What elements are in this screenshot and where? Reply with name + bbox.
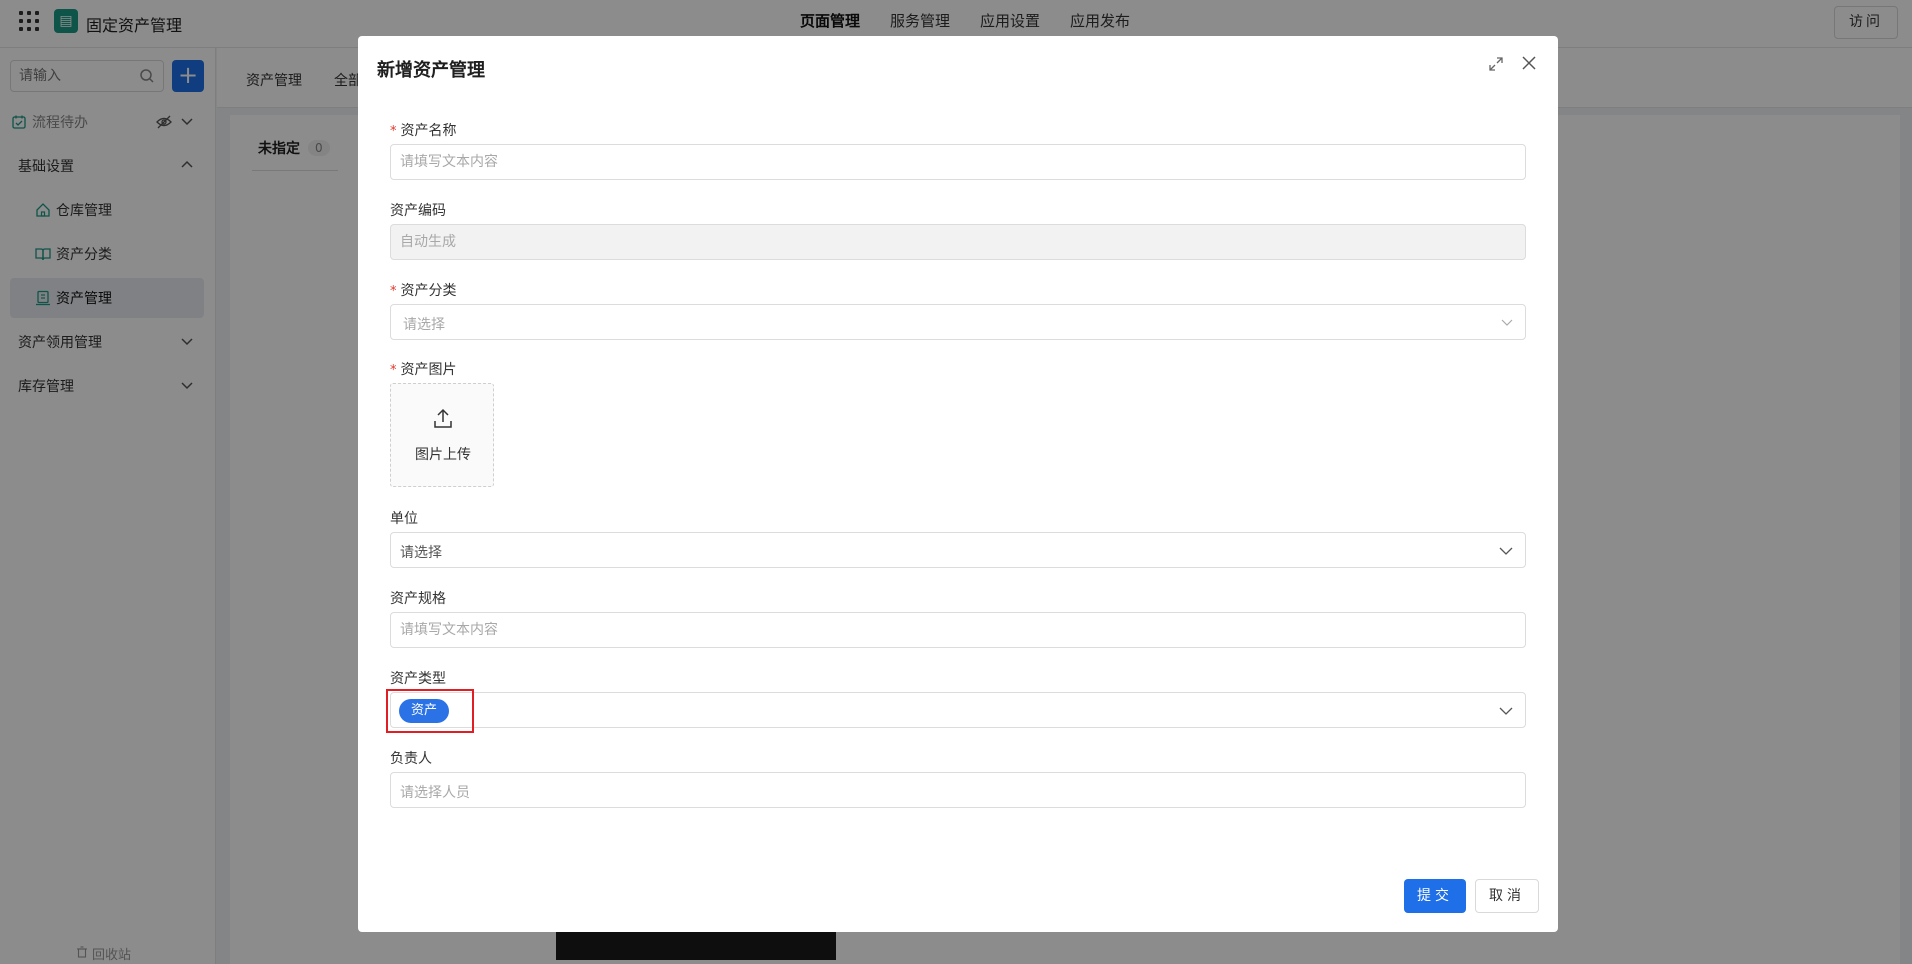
owner-label: 负责人 bbox=[390, 751, 432, 767]
asset-spec-field bbox=[390, 612, 1526, 648]
unit-label: 单位 bbox=[390, 511, 418, 527]
unit-placeholder: 请选择 bbox=[400, 545, 442, 561]
asset-category-label-text: 资产分类 bbox=[400, 283, 457, 299]
highlight-box bbox=[386, 689, 474, 733]
submit-button[interactable]: 提交 bbox=[1404, 879, 1466, 913]
owner-picker[interactable]: 请选择人员 bbox=[390, 772, 1526, 808]
chevron-down-icon bbox=[1499, 544, 1513, 562]
asset-image-label: * 资产图片 bbox=[390, 359, 457, 379]
asset-code-input bbox=[391, 225, 1525, 259]
asset-name-label: * 资产名称 bbox=[390, 120, 457, 140]
asset-name-label-text: 资产名称 bbox=[400, 123, 457, 139]
asset-category-select[interactable]: 请选择 bbox=[390, 304, 1526, 340]
asset-code-label: 资产编码 bbox=[390, 203, 446, 219]
required-mark: * bbox=[390, 363, 397, 378]
chevron-down-icon bbox=[1499, 704, 1513, 722]
required-mark: * bbox=[390, 124, 397, 139]
asset-spec-input[interactable] bbox=[391, 613, 1525, 647]
modal-title: 新增资产管理 bbox=[377, 60, 485, 81]
upload-label: 图片上传 bbox=[415, 447, 471, 463]
unit-select[interactable]: 请选择 bbox=[390, 532, 1526, 568]
asset-spec-label: 资产规格 bbox=[390, 591, 446, 607]
asset-type-select[interactable]: 资产 bbox=[390, 692, 1526, 728]
owner-placeholder: 请选择人员 bbox=[400, 785, 470, 801]
asset-name-input[interactable] bbox=[391, 145, 1525, 179]
expand-icon[interactable] bbox=[1488, 56, 1504, 76]
upload-icon bbox=[432, 408, 454, 434]
close-icon[interactable] bbox=[1520, 54, 1538, 76]
asset-image-label-text: 资产图片 bbox=[400, 362, 457, 378]
new-asset-modal: 新增资产管理 *资产名称 资产编码 *资产分类 请选择 *资产图片 图片上传 单… bbox=[358, 36, 1558, 932]
asset-code-field bbox=[390, 224, 1526, 260]
asset-type-label: 资产类型 bbox=[390, 671, 446, 687]
asset-category-placeholder: 请选择 bbox=[403, 317, 445, 333]
required-mark: * bbox=[390, 284, 397, 299]
chevron-down-icon bbox=[1501, 316, 1513, 332]
asset-name-field bbox=[390, 144, 1526, 180]
cancel-button[interactable]: 取消 bbox=[1475, 879, 1539, 913]
image-upload-button[interactable]: 图片上传 bbox=[390, 383, 494, 487]
asset-category-label: * 资产分类 bbox=[390, 280, 457, 300]
